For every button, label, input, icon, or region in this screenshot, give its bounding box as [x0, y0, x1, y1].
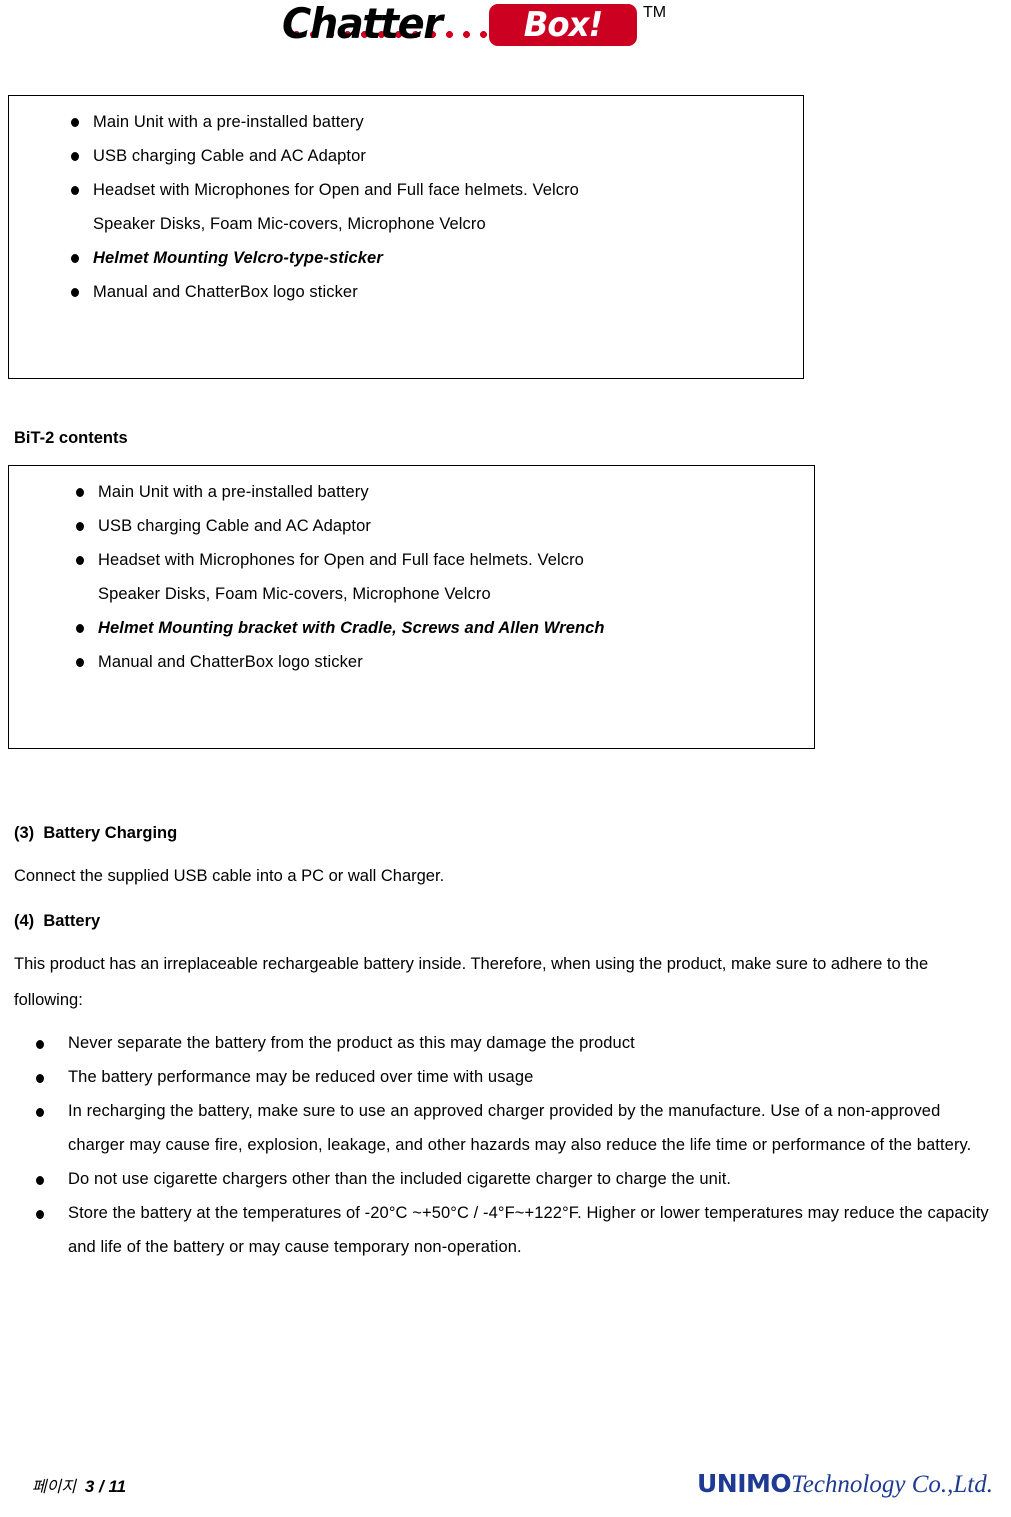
bullet-icon [71, 254, 79, 263]
list-item-label: Helmet Mounting bracket with Cradle, Scr… [98, 619, 605, 637]
list-item: Main Unit with a pre-installed battery [57, 105, 803, 139]
bullet-icon [36, 1040, 44, 1049]
list-item-label: In recharging the battery, make sure to … [68, 1102, 972, 1154]
list-item-label: Manual and ChatterBox logo sticker [93, 283, 358, 301]
bit1-contents-box: Main Unit with a pre-installed battery U… [8, 95, 804, 379]
page-label: 페이지 [31, 1479, 76, 1496]
list-item: The battery performance may be reduced o… [14, 1060, 989, 1094]
list-item-label: Do not use cigarette chargers other than… [68, 1170, 732, 1188]
bit2-contents-heading: BiT-2 contents [14, 429, 128, 447]
section-4-heading: (4) Battery [14, 912, 101, 930]
page-footer: 페이지 3 / 11 UNIMOTechnology Co.,Ltd. [0, 1455, 1011, 1501]
bullet-icon [71, 118, 79, 127]
list-item: Headset with Microphones for Open and Fu… [57, 173, 803, 241]
list-item: Store the battery at the temperatures of… [14, 1196, 989, 1264]
bullet-icon [71, 152, 79, 161]
section-3-body: Connect the supplied USB cable into a PC… [14, 867, 445, 885]
bullet-icon [36, 1210, 44, 1219]
brand-name-rest: Technology Co.,Ltd. [791, 1471, 993, 1498]
bit1-bullet-list: Main Unit with a pre-installed battery U… [57, 105, 803, 309]
battery-precautions-list: Never separate the battery from the prod… [14, 1026, 989, 1264]
list-item-label: USB charging Cable and AC Adaptor [98, 517, 371, 535]
list-item: Main Unit with a pre-installed battery [62, 475, 814, 509]
bullet-icon [76, 556, 84, 565]
bullet-icon [36, 1108, 44, 1117]
bullet-icon [76, 488, 84, 497]
list-item: In recharging the battery, make sure to … [14, 1094, 989, 1162]
list-item-label: Headset with Microphones for Open and Fu… [98, 551, 584, 569]
page-number: 3 / 11 [84, 1477, 127, 1496]
brand-name-bold: UNIMO [696, 1469, 792, 1498]
chatterbox-logo: Chatter [282, 2, 452, 54]
list-item-label: USB charging Cable and AC Adaptor [93, 147, 366, 165]
list-item: USB charging Cable and AC Adaptor [62, 509, 814, 543]
list-item-label: Manual and ChatterBox logo sticker [98, 653, 363, 671]
list-item: Manual and ChatterBox logo sticker [57, 275, 803, 309]
list-item: Helmet Mounting bracket with Cradle, Scr… [62, 611, 814, 645]
list-item-label: Helmet Mounting Velcro-type-sticker [93, 249, 383, 267]
bit2-contents-box: Main Unit with a pre-installed battery U… [8, 465, 815, 749]
list-item: USB charging Cable and AC Adaptor [57, 139, 803, 173]
section-3-heading: (3) Battery Charging [14, 824, 178, 842]
bullet-icon [76, 522, 84, 531]
list-item: Manual and ChatterBox logo sticker [62, 645, 814, 679]
bit2-bullet-list: Main Unit with a pre-installed battery U… [62, 475, 814, 679]
logo-chatter-text: Chatter [282, 0, 443, 48]
bullet-icon [76, 658, 84, 667]
list-item-label: Headset with Microphones for Open and Fu… [93, 181, 579, 199]
list-item: Headset with Microphones for Open and Fu… [62, 543, 814, 611]
page-indicator: 페이지 3 / 11 [14, 1455, 126, 1515]
bullet-icon [36, 1074, 44, 1083]
list-item-label: Never separate the battery from the prod… [68, 1034, 635, 1052]
page-header: Chatter Box! TM [0, 0, 1011, 60]
bullet-icon [71, 186, 79, 195]
list-item: Never separate the battery from the prod… [14, 1026, 989, 1060]
list-item: Helmet Mounting Velcro-type-sticker [57, 241, 803, 275]
logo-red-box: Box! [489, 4, 637, 46]
company-brand: UNIMOTechnology Co.,Ltd. [679, 1451, 993, 1517]
list-item-continuation: Speaker Disks, Foam Mic-covers, Micropho… [93, 215, 486, 233]
list-item-label: Main Unit with a pre-installed battery [93, 113, 364, 131]
bullet-icon [76, 624, 84, 633]
list-item-continuation: Speaker Disks, Foam Mic-covers, Micropho… [98, 585, 491, 603]
trademark-symbol: TM [643, 4, 667, 21]
bullet-icon [36, 1176, 44, 1185]
section-4-body: This product has an irreplaceable rechar… [14, 955, 929, 1009]
list-item-label: Main Unit with a pre-installed battery [98, 483, 369, 501]
logo-box-text: Box! [523, 5, 604, 45]
list-item-label: The battery performance may be reduced o… [68, 1068, 534, 1086]
bullet-icon [71, 288, 79, 297]
list-item: Do not use cigarette chargers other than… [14, 1162, 989, 1196]
list-item-label: Store the battery at the temperatures of… [68, 1204, 989, 1256]
